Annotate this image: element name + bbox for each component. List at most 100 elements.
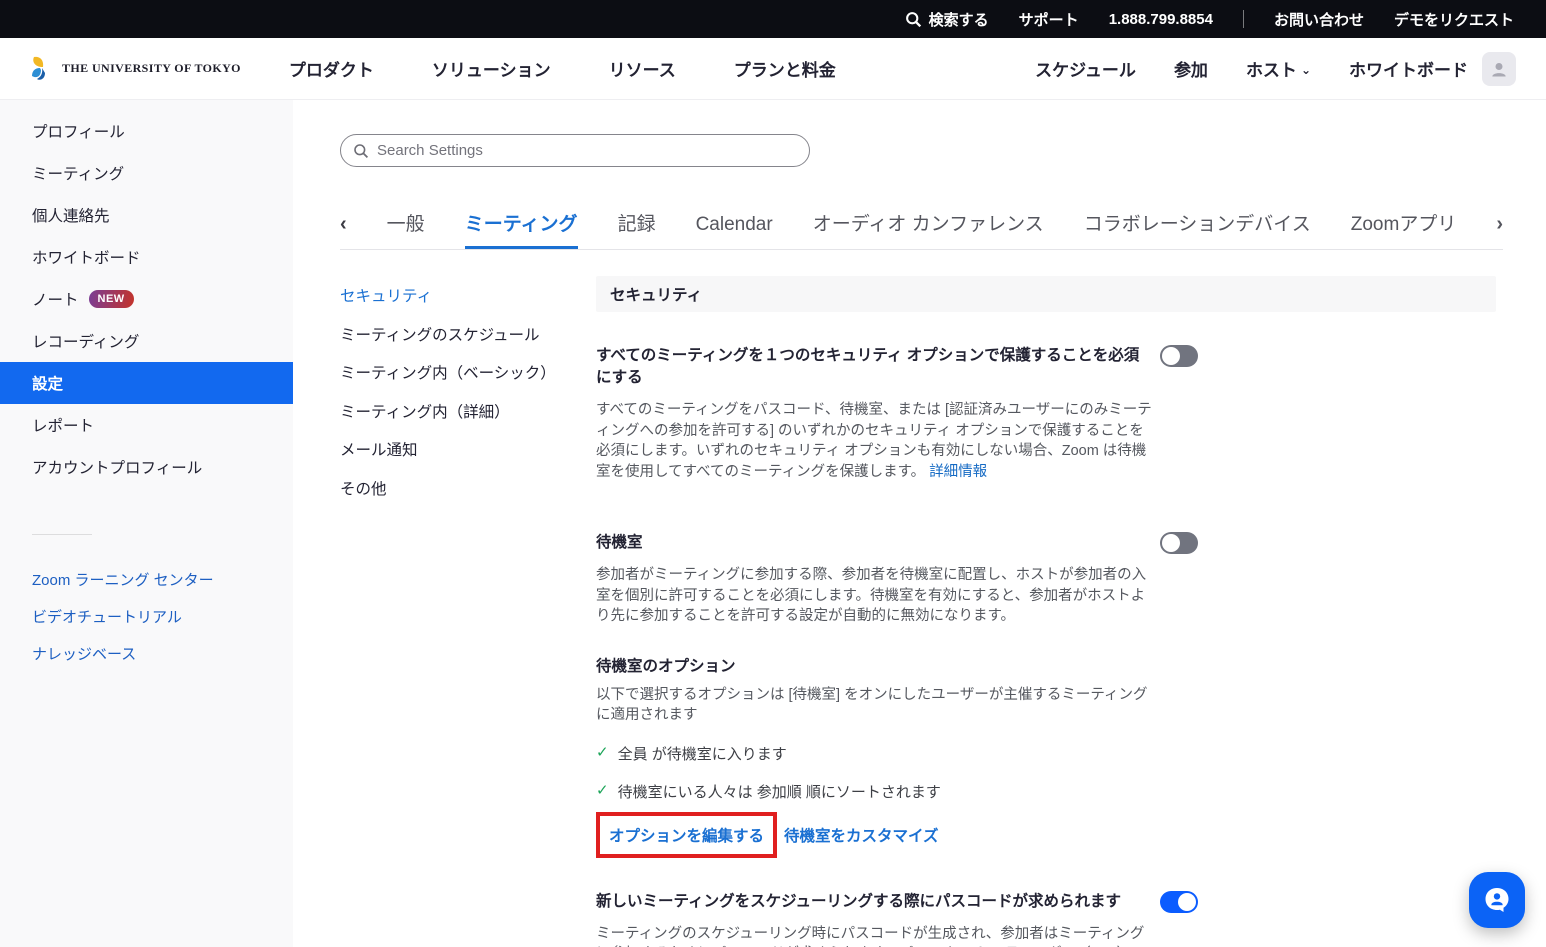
whiteboard-link[interactable]: ホワイトボード [1349, 56, 1468, 81]
tab-audio-conferencing[interactable]: オーディオ カンファレンス [813, 209, 1044, 249]
sidebar-item-label: 設定 [32, 372, 63, 394]
phone-number[interactable]: 1.888.799.8854 [1109, 11, 1213, 28]
tab-recording[interactable]: 記録 [618, 209, 656, 249]
request-demo-link[interactable]: デモをリクエスト [1394, 9, 1514, 30]
host-menu[interactable]: ホスト ⌄ [1246, 56, 1311, 81]
annotation-highlight-box: オプションを編集する [596, 812, 777, 858]
nav-products[interactable]: プロダクト [289, 56, 374, 81]
support-link[interactable]: サポート [1019, 9, 1079, 30]
sidebar-item-notes[interactable]: ノート NEW [0, 278, 293, 320]
learn-more-link[interactable]: 詳細情報 [929, 464, 987, 480]
sidebar-item-contacts[interactable]: 個人連絡先 [0, 194, 293, 236]
global-search-link[interactable]: 検索する [905, 9, 989, 30]
waiting-room-options-title: 待機室のオプション [596, 654, 1496, 676]
chat-person-icon [1482, 885, 1512, 915]
logo-text: THE UNIVERSITY OF TOKYO [62, 61, 241, 76]
sidebar-item-reports[interactable]: レポート [0, 404, 293, 446]
setting-description: 参加者がミーティングに参加する際、参加者を待機室に配置し、ホストが参加者の入室を… [596, 565, 1153, 627]
tab-meeting[interactable]: ミーティング [465, 209, 578, 249]
subnav-other[interactable]: その他 [340, 469, 596, 508]
tab-zoom-apps[interactable]: Zoomアプリ [1351, 209, 1457, 249]
check-icon: ✓ [596, 743, 609, 761]
option-text: 全員 が待機室に入ります [618, 743, 787, 764]
search-icon [353, 143, 369, 159]
require-security-toggle[interactable] [1160, 345, 1198, 367]
support-chat-button[interactable] [1469, 872, 1525, 928]
toggle-knob [1162, 534, 1180, 552]
sidebar-divider [32, 534, 92, 535]
join-link[interactable]: 参加 [1174, 56, 1208, 81]
sidebar-item-label: アカウントプロフィール [32, 456, 202, 478]
sidebar-item-settings[interactable]: 設定 [0, 362, 293, 404]
sidebar-item-recordings[interactable]: レコーディング [0, 320, 293, 362]
passcode-toggle[interactable] [1160, 891, 1198, 913]
utokyo-logo[interactable]: THE UNIVERSITY OF TOKYO [28, 55, 241, 82]
subnav-schedule-meeting[interactable]: ミーティングのスケジュール [340, 315, 596, 354]
setting-passcode-required: 新しいミーティングをスケジューリングする際にパスコードが求められます ミーティン… [596, 891, 1496, 947]
description-text: すべてのミーティングをパスコード、待機室、または [認証済みユーザーにのみミーテ… [596, 402, 1152, 480]
sidebar-item-label: ノート [32, 288, 79, 310]
settings-search[interactable] [340, 134, 810, 167]
settings-tabs: ‹ 一般 ミーティング 記録 Calendar オーディオ カンファレンス コラ… [340, 209, 1503, 250]
sidebar-link-video-tutorials[interactable]: ビデオチュートリアル [0, 598, 293, 635]
setting-title: 待機室 [596, 532, 1151, 554]
sidebar-link-learning-center[interactable]: Zoom ラーニング センター [0, 561, 293, 598]
contact-link[interactable]: お問い合わせ [1274, 9, 1364, 30]
primary-nav: プロダクト ソリューション リソース プランと料金 [289, 56, 836, 81]
option-text: 待機室にいる人々は 参加順 順にソートされます [618, 781, 941, 802]
account-nav: スケジュール 参加 ホスト ⌄ ホワイトボード [1035, 56, 1468, 81]
sidebar-item-label: レコーディング [32, 330, 139, 352]
subnav-in-meeting-basic[interactable]: ミーティング内（ベーシック） [340, 353, 596, 392]
subnav-email-notification[interactable]: メール通知 [340, 430, 596, 469]
waiting-room-option-row: ✓ 全員 が待機室に入ります [596, 743, 1496, 764]
subnav-in-meeting-advanced[interactable]: ミーティング内（詳細） [340, 392, 596, 431]
settings-panel: セキュリティ すべてのミーティングを１つのセキュリティ オプションで保護すること… [596, 276, 1496, 947]
customize-waiting-room-link[interactable]: 待機室をカスタマイズ [784, 824, 939, 846]
section-title: セキュリティ [596, 276, 1496, 312]
toggle-knob [1162, 347, 1180, 365]
check-icon: ✓ [596, 781, 609, 799]
ginkgo-leaf-icon [28, 55, 55, 82]
nav-plans-pricing[interactable]: プランと料金 [734, 56, 836, 81]
sidebar-item-profile[interactable]: プロフィール [0, 110, 293, 152]
sidebar-item-label: ホワイトボード [32, 246, 141, 268]
topbar-divider [1243, 10, 1244, 28]
section-subnav: セキュリティ ミーティングのスケジュール ミーティング内（ベーシック） ミーティ… [340, 276, 596, 947]
sidebar-item-label: プロフィール [32, 120, 125, 142]
tabs-scroll-left-icon[interactable]: ‹ [340, 213, 347, 249]
global-search-label: 検索する [929, 9, 989, 30]
sidebar-link-knowledge-base[interactable]: ナレッジベース [0, 635, 293, 672]
search-icon [905, 11, 922, 28]
sidebar-item-account-profile[interactable]: アカウントプロフィール [0, 446, 293, 488]
settings-sidebar: プロフィール ミーティング 個人連絡先 ホワイトボード ノート NEW レコーデ… [0, 100, 293, 947]
subnav-security[interactable]: セキュリティ [340, 276, 596, 315]
tab-general[interactable]: 一般 [387, 209, 425, 249]
sidebar-item-label: 個人連絡先 [32, 204, 110, 226]
waiting-room-links: オプションを編集する 待機室をカスタマイズ [596, 812, 1496, 858]
waiting-room-toggle[interactable] [1160, 532, 1198, 554]
setting-description: ミーティングのスケジューリング時にパスコードが生成され、参加者はミーティングに参… [596, 924, 1153, 947]
sidebar-item-label: ミーティング [32, 162, 124, 184]
nav-solutions[interactable]: ソリューション [432, 56, 551, 81]
sidebar-item-meetings[interactable]: ミーティング [0, 152, 293, 194]
search-input[interactable] [377, 142, 797, 159]
tab-calendar[interactable]: Calendar [696, 214, 773, 249]
toggle-knob [1178, 893, 1196, 911]
setting-title: 新しいミーティングをスケジューリングする際にパスコードが求められます [596, 891, 1151, 913]
waiting-room-options-desc: 以下で選択するオプションは [待機室] をオンにしたユーザーが主催するミーティン… [596, 685, 1153, 726]
nav-resources[interactable]: リソース [609, 56, 676, 81]
waiting-room-options: 待機室のオプション 以下で選択するオプションは [待機室] をオンにしたユーザー… [596, 654, 1496, 858]
top-utility-bar: 検索する サポート 1.888.799.8854 お問い合わせ デモをリクエスト [0, 0, 1546, 38]
setting-require-security-option: すべてのミーティングを１つのセキュリティ オプションで保護することを必須にする … [596, 345, 1496, 482]
sidebar-item-whiteboard[interactable]: ホワイトボード [0, 236, 293, 278]
user-icon [1489, 59, 1509, 79]
sidebar-item-label: レポート [32, 414, 94, 436]
tabs-scroll-right-icon[interactable]: › [1496, 213, 1503, 249]
new-badge: NEW [89, 290, 134, 308]
tab-collaboration-devices[interactable]: コラボレーションデバイス [1084, 209, 1311, 249]
waiting-room-option-row: ✓ 待機室にいる人々は 参加順 順にソートされます [596, 781, 1496, 802]
avatar[interactable] [1482, 52, 1516, 86]
host-label: ホスト [1246, 56, 1297, 81]
edit-options-link[interactable]: オプションを編集する [609, 828, 764, 845]
schedule-link[interactable]: スケジュール [1035, 56, 1136, 81]
